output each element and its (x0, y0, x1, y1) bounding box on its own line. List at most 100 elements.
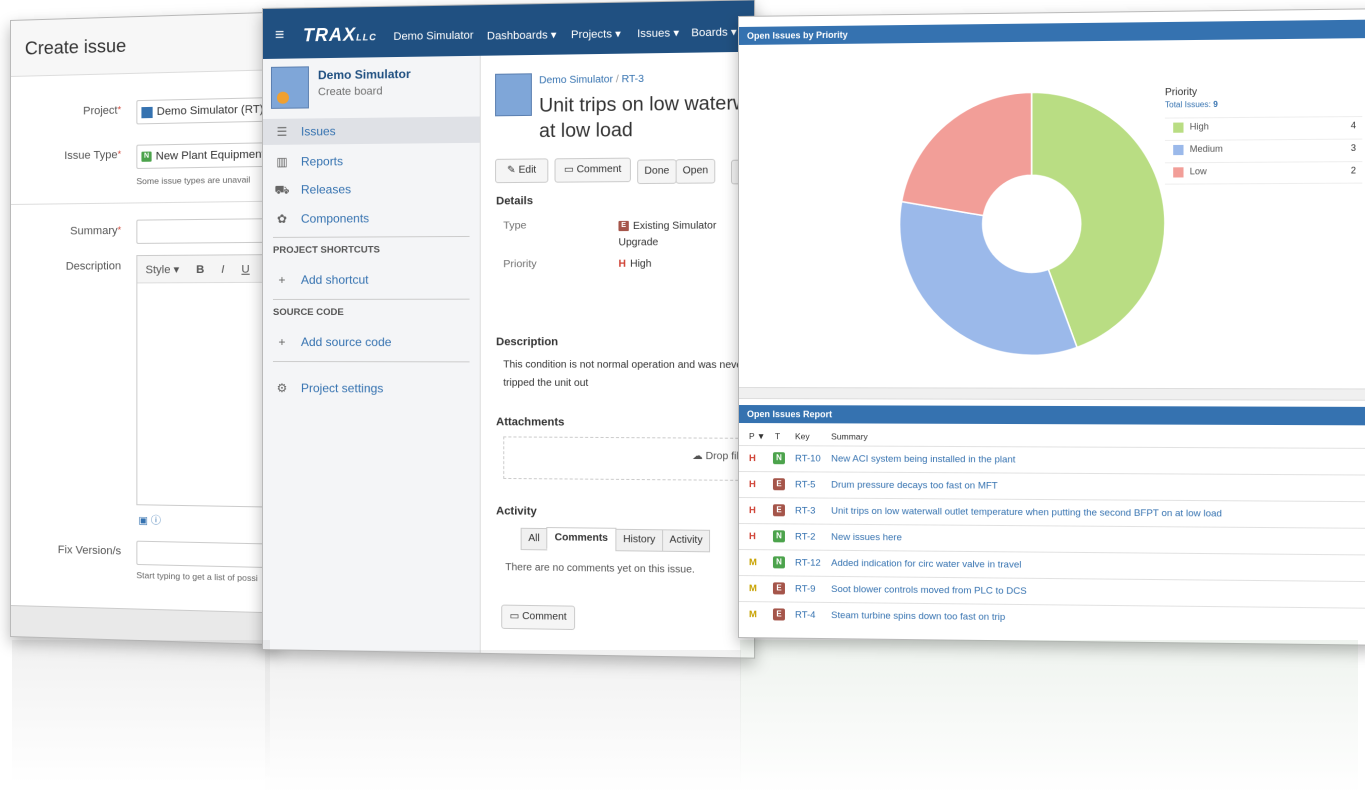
gadget-separator (738, 387, 1365, 401)
table-row[interactable]: M E RT-4 Steam turbine spins down too fast … (738, 601, 1365, 636)
issue-key-link[interactable]: RT-9 (795, 584, 815, 595)
create-board-link[interactable]: Create board (318, 85, 383, 98)
description-editor[interactable]: Style ▾ B I U (136, 253, 279, 509)
issue-type-icon: E (772, 608, 785, 621)
issue-summary-link[interactable]: Drum pressure decays too fast on MFT (831, 480, 998, 492)
sidebar-item-components[interactable]: ✿ Components (263, 205, 480, 232)
project-settings-link[interactable]: ⚙ Project settings (263, 375, 480, 402)
col-priority[interactable]: P ▼ (749, 431, 765, 441)
details-heading: Details (496, 195, 534, 208)
description-heading: Description (496, 336, 559, 349)
plus-icon: + (278, 335, 286, 350)
fix-version-input[interactable] (136, 540, 279, 569)
chart-legend: Priority Total Issues: 9 High 4 Medium 3 L… (1164, 85, 1363, 187)
dialog-footer (10, 605, 278, 645)
pie-slice-medium[interactable] (900, 201, 1077, 356)
project-avatar-icon (141, 106, 153, 118)
add-comment-button[interactable]: ▭ Comment (501, 604, 576, 631)
col-type[interactable]: T (775, 431, 780, 441)
dashboard-window: Open Issues by Priority Priority Total I… (738, 8, 1365, 646)
issue-type-hint: Some issue types are unavail (136, 174, 251, 187)
issue-summary-link[interactable]: New ACI system being installed in the pl… (831, 453, 1015, 465)
issue-summary-link[interactable]: Added indication for circ water valve in… (831, 558, 1021, 571)
style-dropdown[interactable]: Style ▾ (146, 257, 180, 284)
legend-row-low[interactable]: Low 2 (1164, 161, 1363, 185)
issue-summary-link[interactable]: Unit trips on low waterwall outlet tempe… (831, 506, 1222, 520)
issue-key-link[interactable]: RT-2 (795, 531, 815, 542)
priority-high-icon: H (618, 258, 626, 270)
legend-title: Priority (1164, 86, 1198, 99)
sidebar-item-releases[interactable]: ⛟ Releases (263, 175, 480, 203)
issue-type-select[interactable]: N New Plant Equipment (136, 141, 279, 170)
divider (272, 361, 470, 363)
pie-slice-low[interactable] (902, 92, 1032, 216)
priority-icon: H (748, 453, 756, 465)
issue-type-icon: N (772, 530, 785, 543)
description-label: Description (65, 260, 122, 273)
summary-input[interactable] (136, 217, 279, 244)
italic-button[interactable]: I (221, 256, 224, 283)
project-name[interactable]: Demo Simulator (318, 67, 411, 82)
issue-view-window: ≡ TRAXLLC Demo Simulator Dashboards ▾ Pr… (262, 0, 756, 659)
activity-heading: Activity (496, 505, 537, 518)
issue-key-link[interactable]: RT-12 (795, 558, 821, 569)
priority-label: Priority (503, 257, 537, 271)
help-icon[interactable]: ▣ ⓘ (138, 511, 161, 527)
bold-button[interactable]: B (196, 257, 204, 284)
issue-summary-link[interactable]: Steam turbine spins down too fast on tri… (831, 610, 1005, 623)
tab-history[interactable]: History (615, 528, 664, 552)
project-sidebar: Demo Simulator Create board ☰ Issues ▥ Rep… (262, 55, 481, 653)
issue-summary-link[interactable]: Soot blower controls moved from PLC to D… (831, 584, 1027, 597)
existing-simulator-icon: E (618, 221, 629, 232)
report-gadget-header: Open Issues Report (738, 405, 1365, 426)
comment-button[interactable]: ▭ Comment (554, 157, 631, 183)
sidebar-item-reports[interactable]: ▥ Reports (263, 147, 480, 175)
type-label: Type (503, 219, 527, 232)
menu-icon[interactable]: ≡ (275, 27, 284, 45)
issue-type-icon: E (772, 478, 785, 491)
attachment-dropzone[interactable]: ☁ Drop files i (503, 436, 756, 482)
legend-row-high[interactable]: High 4 (1164, 116, 1363, 139)
legend-swatch-low (1173, 167, 1184, 178)
issue-key-link[interactable]: RT-5 (795, 479, 815, 490)
sidebar-item-issues[interactable]: ☰ Issues (262, 116, 480, 145)
editor-toolbar: Style ▾ B I U (137, 254, 279, 284)
issue-key-link[interactable]: RT-3 (795, 505, 815, 516)
issue-summary-link[interactable]: New issues here (831, 532, 902, 544)
type-value: E Existing Simulator Upgrade (618, 220, 717, 249)
col-summary[interactable]: Summary (831, 431, 868, 441)
add-shortcut-link[interactable]: + Add shortcut (263, 266, 480, 293)
done-button[interactable]: Done (637, 159, 677, 185)
breadcrumb-project[interactable]: Demo Simulator (539, 74, 613, 86)
breadcrumb-issue-key[interactable]: RT-3 (622, 74, 644, 86)
legend-swatch-high (1173, 122, 1184, 133)
dialog-title: Create issue (24, 35, 127, 59)
nav-demo-simulator[interactable]: Demo Simulator (393, 30, 473, 43)
issue-type-label: Issue Type* (64, 149, 122, 163)
edit-button[interactable]: ✎ Edit (495, 158, 549, 184)
nav-projects[interactable]: Projects ▾ (571, 27, 621, 41)
gear-icon: ⚙ (276, 381, 288, 396)
tab-comments[interactable]: Comments (546, 527, 617, 551)
add-source-code-link[interactable]: + Add source code (263, 329, 480, 355)
tab-activity[interactable]: Activity (662, 529, 711, 553)
legend-table: High 4 Medium 3 Low 2 (1164, 114, 1363, 187)
reflection (265, 650, 741, 790)
nav-dashboards[interactable]: Dashboards ▾ (487, 28, 557, 42)
source-code-heading: SOURCE CODE (272, 306, 344, 318)
priority-gadget-header: Open Issues by Priority (738, 19, 1365, 45)
open-button[interactable]: Open (675, 158, 716, 184)
underline-button[interactable]: U (241, 256, 249, 283)
tab-all[interactable]: All (520, 527, 548, 551)
legend-row-medium[interactable]: Medium 3 (1164, 138, 1363, 162)
project-select[interactable]: Demo Simulator (RT) (136, 96, 279, 125)
nav-issues[interactable]: Issues ▾ (637, 26, 679, 40)
nav-boards[interactable]: Boards ▾ (691, 25, 736, 39)
create-issue-dialog: Create issue Project* Demo Simulator (RT… (10, 11, 279, 646)
col-key[interactable]: Key (795, 431, 810, 441)
issue-key-link[interactable]: RT-10 (795, 453, 821, 464)
issue-key-link[interactable]: RT-4 (795, 610, 815, 621)
releases-icon: ⛟ (274, 182, 290, 197)
trax-logo[interactable]: TRAXLLC (303, 24, 377, 46)
legend-swatch-medium (1173, 144, 1184, 156)
